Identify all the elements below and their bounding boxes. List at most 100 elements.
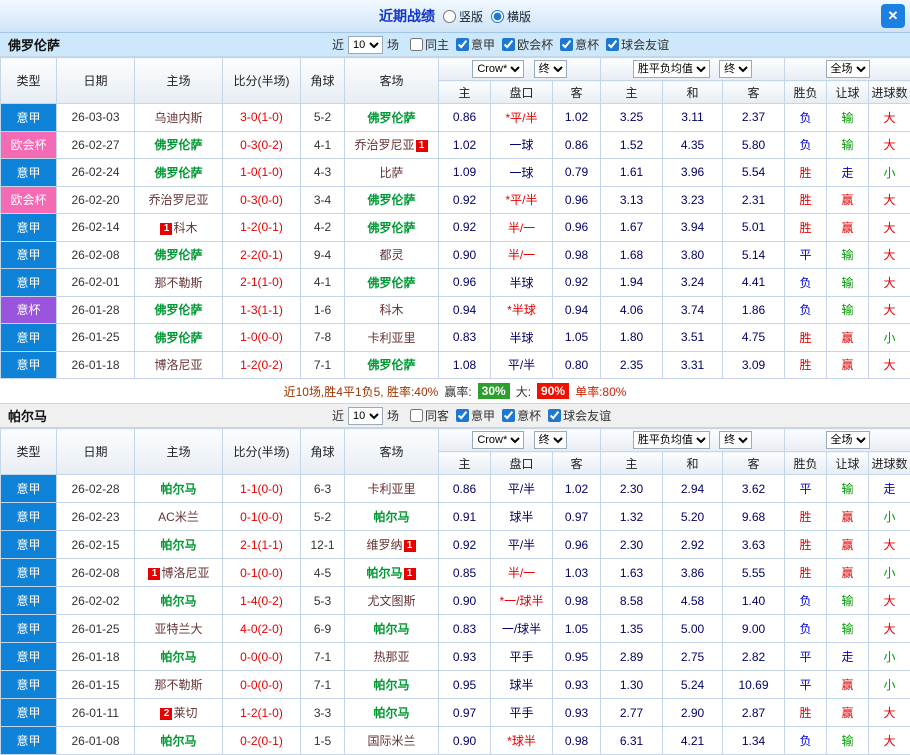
team-link[interactable]: 维罗纳	[366, 538, 402, 552]
filter-checkbox-欧会杯[interactable]: 欧会杯	[502, 36, 553, 53]
team-link[interactable]: 佛罗伦萨	[154, 331, 202, 345]
team-link[interactable]: 博洛尼亚	[161, 566, 209, 580]
team-link[interactable]: 帕尔马	[366, 566, 402, 580]
europe-time-select[interactable]: 终	[719, 60, 752, 78]
team-link[interactable]: 卡利亚里	[367, 482, 415, 496]
europe-mode-select[interactable]: 胜平负均值	[633, 431, 710, 449]
team-link[interactable]: 佛罗伦萨	[154, 248, 202, 262]
away-team-cell: 维罗纳1	[345, 531, 439, 559]
europe-time-select[interactable]: 终	[719, 431, 752, 449]
team-link[interactable]: 亚特兰大	[154, 622, 202, 636]
checkbox-input[interactable]	[410, 409, 423, 422]
filter-checkbox-意甲[interactable]: 意甲	[456, 407, 495, 424]
filter-checkbox-同客[interactable]: 同客	[410, 407, 449, 424]
checkbox-input[interactable]	[560, 38, 573, 51]
team-link[interactable]: 帕尔马	[160, 538, 196, 552]
team-link[interactable]: AC米兰	[158, 510, 199, 524]
home-team-cell: 1博洛尼亚	[135, 559, 223, 587]
team-link[interactable]: 帕尔马	[373, 622, 409, 636]
team-link[interactable]: 都灵	[379, 248, 403, 262]
handicap-cell: 平/半	[491, 351, 553, 379]
eu-home-odds-cell: 1.63	[601, 559, 663, 587]
team-link[interactable]: 那不勒斯	[154, 678, 202, 692]
date-cell: 26-02-02	[57, 587, 135, 615]
asia-time-select[interactable]: 终	[534, 431, 567, 449]
europe-mode-select[interactable]: 胜平负均值	[633, 60, 710, 78]
checkbox-input[interactable]	[456, 409, 469, 422]
checkbox-input[interactable]	[456, 38, 469, 51]
summary-segment: 近10场,胜4平1负5, 胜率:40%	[284, 383, 439, 400]
match-count-select[interactable]: 10	[348, 407, 383, 425]
team-link[interactable]: 尤文图斯	[367, 594, 415, 608]
team-link[interactable]: 那不勒斯	[154, 276, 202, 290]
team-link[interactable]: 帕尔马	[373, 510, 409, 524]
team-link[interactable]: 乔治罗尼亚	[148, 193, 208, 207]
team-link[interactable]: 科木	[173, 221, 197, 235]
bookmaker-select[interactable]: Crow*	[472, 60, 524, 78]
checkbox-label: 意甲	[471, 407, 495, 424]
asia-home-odds-cell: 0.92	[439, 531, 491, 559]
handicap-cell: 平/半	[491, 475, 553, 503]
team-link[interactable]: 帕尔马	[160, 650, 196, 664]
team-link[interactable]: 莱切	[173, 706, 197, 720]
layout-option-vertical[interactable]: 竖版	[443, 8, 483, 25]
team-link[interactable]: 国际米兰	[367, 734, 415, 748]
checkbox-label: 欧会杯	[517, 36, 553, 53]
handicap-cell: 平手	[491, 643, 553, 671]
handicap-cell: *一/球半	[491, 587, 553, 615]
let-result-cell: 赢	[827, 531, 869, 559]
team-link[interactable]: 佛罗伦萨	[367, 221, 415, 235]
checkbox-input[interactable]	[502, 38, 515, 51]
sub-header-asia-away: 客	[553, 81, 601, 104]
filter-checkbox-意甲[interactable]: 意甲	[456, 36, 495, 53]
team-link[interactable]: 佛罗伦萨	[367, 358, 415, 372]
checkbox-input[interactable]	[410, 38, 423, 51]
team-link[interactable]: 卡利亚里	[367, 331, 415, 345]
asia-away-odds-cell: 0.98	[553, 587, 601, 615]
team-link[interactable]: 佛罗伦萨	[367, 193, 415, 207]
team-link[interactable]: 乔治罗尼亚	[354, 138, 414, 152]
home-team-cell: 佛罗伦萨	[135, 131, 223, 159]
corner-cell: 4-1	[301, 269, 345, 297]
team-link[interactable]: 佛罗伦萨	[154, 303, 202, 317]
scope-select[interactable]: 全场	[826, 60, 870, 78]
scope-select[interactable]: 全场	[826, 431, 870, 449]
checkbox-input[interactable]	[606, 38, 619, 51]
league-type-cell: 意杯	[1, 296, 57, 324]
team-link[interactable]: 帕尔马	[373, 678, 409, 692]
close-button[interactable]: ✕	[881, 4, 905, 28]
filter-checkbox-意杯[interactable]: 意杯	[502, 407, 541, 424]
radio-vertical-input[interactable]	[443, 10, 456, 23]
team-link[interactable]: 科木	[379, 303, 403, 317]
filter-checkbox-球会友谊[interactable]: 球会友谊	[606, 36, 669, 53]
team-link[interactable]: 热那亚	[373, 650, 409, 664]
team-link[interactable]: 佛罗伦萨	[367, 276, 415, 290]
layout-option-horizontal[interactable]: 横版	[491, 8, 531, 25]
filter-checkbox-意杯[interactable]: 意杯	[560, 36, 599, 53]
team-link[interactable]: 乌迪内斯	[154, 111, 202, 125]
asia-away-odds-cell: 0.94	[553, 296, 601, 324]
eu-home-odds-cell: 1.32	[601, 503, 663, 531]
team-link[interactable]: 佛罗伦萨	[367, 111, 415, 125]
team-link[interactable]: 帕尔马	[160, 734, 196, 748]
asia-time-select[interactable]: 终	[534, 60, 567, 78]
goal-result-cell: 小	[869, 503, 910, 531]
result-cell: 平	[785, 241, 827, 269]
filter-checkbox-同主[interactable]: 同主	[410, 36, 449, 53]
radio-horizontal-input[interactable]	[491, 10, 504, 23]
team-link[interactable]: 比萨	[379, 166, 403, 180]
team-link[interactable]: 帕尔马	[160, 594, 196, 608]
checkbox-input[interactable]	[502, 409, 515, 422]
team-link[interactable]: 博洛尼亚	[154, 358, 202, 372]
score-cell: 1-3(1-1)	[223, 296, 301, 324]
team-link[interactable]: 佛罗伦萨	[154, 166, 202, 180]
team-link[interactable]: 佛罗伦萨	[154, 138, 202, 152]
checkbox-input[interactable]	[548, 409, 561, 422]
team-link[interactable]: 帕尔马	[160, 482, 196, 496]
eu-home-odds-cell: 2.35	[601, 351, 663, 379]
match-count-select[interactable]: 10	[348, 36, 383, 54]
eu-away-odds-cell: 9.00	[723, 615, 785, 643]
team-link[interactable]: 帕尔马	[373, 706, 409, 720]
filter-checkbox-球会友谊[interactable]: 球会友谊	[548, 407, 611, 424]
bookmaker-select[interactable]: Crow*	[472, 431, 524, 449]
